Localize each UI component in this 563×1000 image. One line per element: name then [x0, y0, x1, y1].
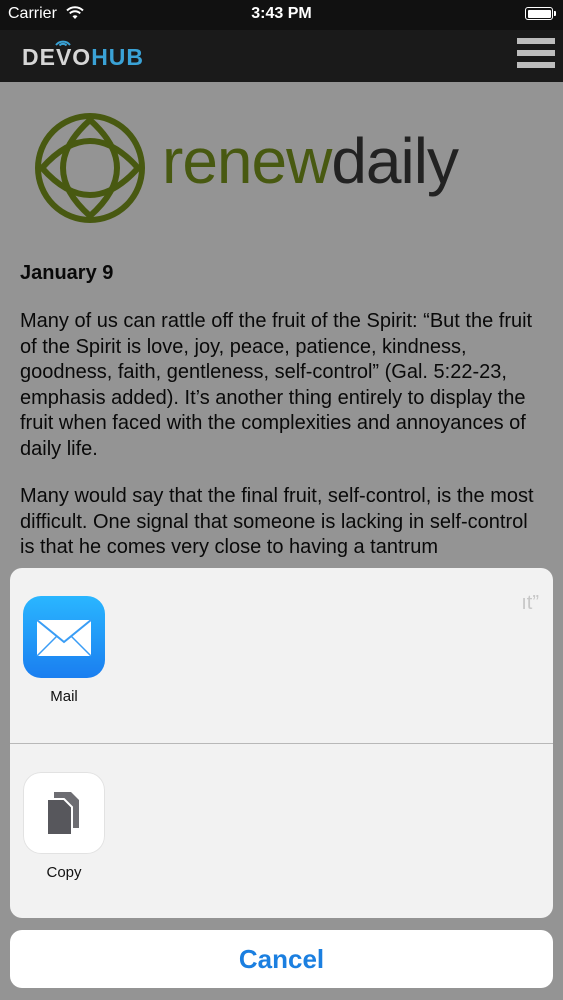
background-text-fragment: ıt” — [521, 592, 539, 614]
share-copy-button[interactable]: Copy — [23, 772, 105, 881]
envelope-icon — [36, 619, 92, 657]
signal-icon — [55, 40, 71, 46]
share-row-actions: Copy — [10, 744, 553, 918]
logo-devo: DEVO — [22, 44, 92, 70]
share-mail-label: Mail — [50, 688, 78, 705]
devohub-logo[interactable]: DEVOHUB — [22, 40, 145, 71]
share-mail-button[interactable]: Mail — [23, 596, 105, 705]
copy-app-icon — [23, 772, 105, 854]
status-time: 3:43 PM — [251, 5, 312, 22]
copy-icon — [46, 792, 79, 836]
cancel-button[interactable]: Cancel — [10, 930, 553, 988]
share-copy-label: Copy — [46, 864, 82, 881]
battery-icon — [525, 7, 556, 20]
share-row-apps: ıt” Mail — [10, 568, 553, 744]
status-bar: Carrier 3:43 PM — [0, 0, 563, 30]
logo-hub: HUB — [91, 44, 145, 70]
app-header: DEVOHUB — [0, 30, 563, 82]
mail-app-icon — [23, 596, 105, 678]
hamburger-menu-icon[interactable] — [517, 38, 555, 68]
share-sheet: ıt” Mail Copy — [10, 568, 553, 918]
